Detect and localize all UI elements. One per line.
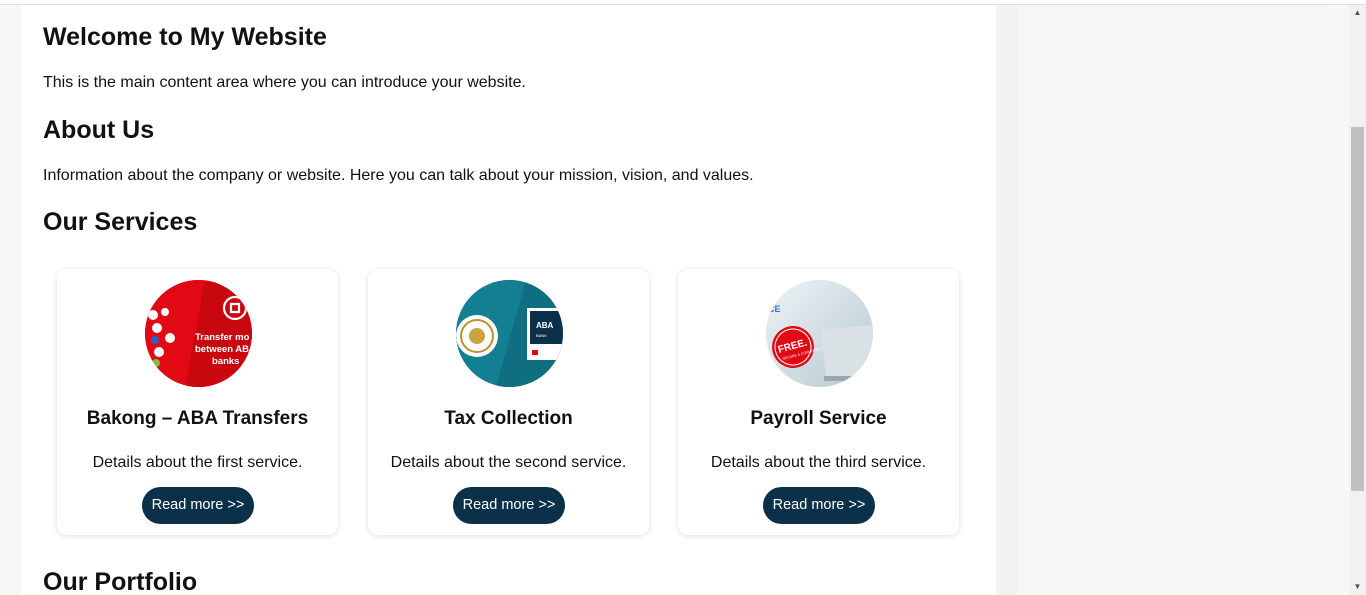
service-card-tax: ABA BANK Tax Collection Details about th… <box>368 269 649 535</box>
scrollbar-thumb[interactable] <box>1351 127 1364 491</box>
service-card-bakong: Transfer mo between AB banks Bakong – AB… <box>57 269 338 535</box>
sidebar <box>1018 5 1328 595</box>
main-content: Welcome to My Website This is the main c… <box>21 5 996 595</box>
content-gutter <box>996 5 1018 595</box>
read-more-button[interactable]: Read more >> <box>142 487 254 524</box>
scroll-down-arrow-icon[interactable]: ▼ <box>1349 579 1366 595</box>
service-description: Details about the first service. <box>92 454 303 471</box>
service-description: Details about the third service. <box>710 454 927 471</box>
intro-text: This is the main content area where you … <box>43 74 526 91</box>
image-text-ce: CE <box>768 304 781 314</box>
service-title: Tax Collection <box>444 408 573 429</box>
read-more-button[interactable]: Read more >> <box>763 487 875 524</box>
image-text-line2: between AB <box>195 344 249 355</box>
about-text: Information about the company or website… <box>43 167 754 184</box>
service-title: Payroll Service <box>750 408 887 429</box>
about-heading: About Us <box>43 116 155 144</box>
services-heading: Our Services <box>43 208 198 236</box>
image-text-line1: Transfer mo <box>195 332 250 343</box>
page-title: Welcome to My Website <box>43 23 327 51</box>
image-text-bank: BANK <box>536 333 547 338</box>
read-more-button[interactable]: Read more >> <box>453 487 565 524</box>
vertical-scrollbar[interactable]: ▲ ▼ <box>1349 5 1366 595</box>
portfolio-heading: Our Portfolio <box>43 568 198 595</box>
service-card-payroll: CE FREE. SECURE & CONVENIENT Payroll Ser… <box>678 269 959 535</box>
image-text-aba: ABA <box>536 321 554 330</box>
bakong-aba-transfer-image: Transfer mo between AB banks <box>145 280 252 387</box>
scroll-up-arrow-icon[interactable]: ▲ <box>1349 5 1366 21</box>
image-text-line3: banks <box>212 356 239 367</box>
service-title: Bakong – ABA Transfers <box>86 408 309 429</box>
service-description: Details about the second service. <box>390 454 627 471</box>
payroll-service-image: CE FREE. SECURE & CONVENIENT <box>766 280 873 387</box>
tax-collection-image: ABA BANK <box>456 280 563 387</box>
